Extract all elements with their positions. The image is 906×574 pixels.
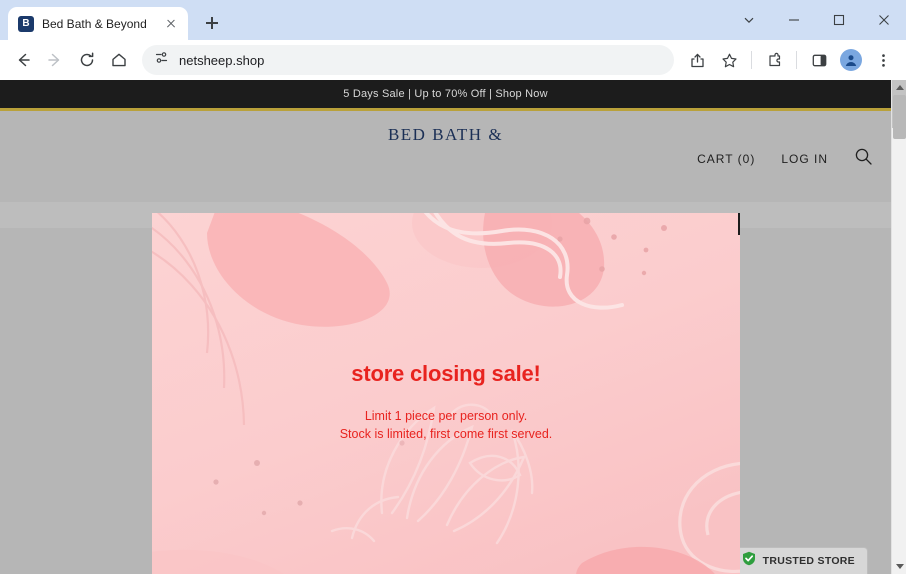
page-content: 5 Days Sale | Up to 70% Off | Shop Now B… [0, 80, 891, 574]
address-bar[interactable]: netsheep.shop [142, 45, 674, 75]
site-logo[interactable]: BED BATH & [0, 125, 891, 145]
window-controls [726, 0, 906, 40]
site-header: BED BATH & CART (0) LOG IN Home e link [0, 111, 891, 224]
header-actions: CART (0) LOG IN [697, 147, 873, 171]
maximize-icon[interactable] [816, 0, 861, 40]
promo-banner-text: 5 Days Sale | Up to 70% Off | Shop Now [343, 88, 548, 100]
green-shield-check-icon [742, 551, 756, 571]
modal-subtext: Limit 1 piece per person only. Stock is … [152, 407, 740, 443]
login-link[interactable]: LOG IN [781, 152, 828, 166]
cart-link[interactable]: CART (0) [697, 152, 755, 166]
scrollbar-thumb[interactable] [893, 95, 906, 139]
browser-toolbar: netsheep.shop [0, 40, 906, 80]
page-viewport: 5 Days Sale | Up to 70% Off | Shop Now B… [0, 80, 906, 574]
browser-window: B Bed Bath & Beyond netsheep.shop 5 Days… [0, 0, 906, 574]
home-icon[interactable] [104, 45, 134, 75]
address-bar-url: netsheep.shop [179, 52, 265, 68]
trusted-store-badge[interactable]: TRUSTED STORE [728, 547, 868, 574]
new-tab-button[interactable] [198, 9, 226, 37]
tab-search-chevron-icon[interactable] [726, 0, 771, 40]
promo-banner[interactable]: 5 Days Sale | Up to 70% Off | Shop Now [0, 80, 891, 108]
search-icon[interactable] [854, 147, 873, 171]
store-closing-sale-modal: store closing sale! Limit 1 piece per pe… [152, 213, 740, 574]
back-icon[interactable] [8, 45, 38, 75]
side-panel-icon[interactable] [804, 45, 834, 75]
toolbar-divider [751, 51, 752, 69]
bed-bath-beyond-favicon: B [18, 15, 34, 32]
close-icon[interactable] [861, 0, 906, 40]
extensions-icon[interactable] [759, 45, 789, 75]
share-icon[interactable] [682, 45, 712, 75]
bookmark-star-icon[interactable] [714, 45, 744, 75]
minimize-icon[interactable] [771, 0, 816, 40]
profile-avatar-icon[interactable] [836, 45, 866, 75]
scroll-down-arrow-icon[interactable] [892, 559, 906, 574]
modal-subtext-line-1: Limit 1 piece per person only. [364, 409, 528, 423]
tab-strip: B Bed Bath & Beyond [0, 0, 906, 40]
modal-title: store closing sale! [351, 361, 541, 386]
modal-message: store closing sale! Limit 1 piece per pe… [152, 361, 740, 443]
scroll-up-arrow-icon[interactable] [892, 80, 906, 95]
modal-close-button[interactable] [738, 213, 740, 235]
tab-close-icon[interactable] [162, 15, 180, 33]
browser-tab[interactable]: B Bed Bath & Beyond [8, 7, 188, 40]
page-scrollbar[interactable] [891, 80, 906, 574]
chrome-menu-icon[interactable] [868, 45, 898, 75]
reload-icon[interactable] [72, 45, 102, 75]
trusted-store-label: TRUSTED STORE [762, 555, 855, 567]
site-info-icon[interactable] [154, 50, 169, 70]
forward-icon[interactable] [40, 45, 70, 75]
modal-subtext-line-2: Stock is limited, first come first serve… [339, 427, 553, 442]
toolbar-divider-2 [796, 51, 797, 69]
tab-title: Bed Bath & Beyond [42, 16, 147, 31]
